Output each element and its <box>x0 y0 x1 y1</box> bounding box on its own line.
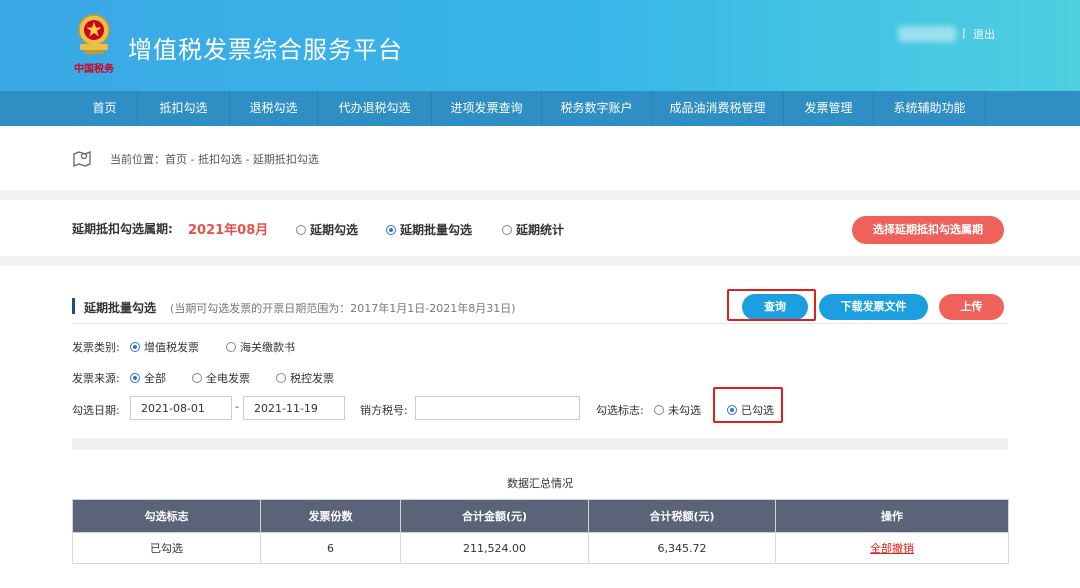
period-value: 2021年08月 <box>188 223 269 238</box>
table-header-row: 勾选标志 发票份数 合计金额(元) 合计税额(元) 操作 <box>72 499 1009 533</box>
invoice-type-option-label: 增值税发票 <box>144 341 199 354</box>
breadcrumb: 当前位置：首页 - 抵扣勾选 - 延期抵扣勾选 <box>0 126 1080 190</box>
date-from-input[interactable] <box>130 396 232 420</box>
nav-item-deduction-select[interactable]: 抵扣勾选 <box>138 91 230 126</box>
upload-button[interactable]: 上传 <box>939 294 1004 320</box>
cancel-all-link[interactable]: 全部撤销 <box>870 542 914 555</box>
map-location-icon <box>73 151 91 167</box>
cell-total-tax: 6,345.72 <box>588 532 776 564</box>
date-range-separator: - <box>235 400 239 413</box>
nav-item-system-tools[interactable]: 系统辅助功能 <box>874 91 986 126</box>
radio-icon <box>296 224 306 235</box>
brand-signature: 中国税务 <box>74 64 114 75</box>
nav-item-input-invoice-query[interactable]: 进项发票查询 <box>432 91 542 126</box>
section-title: 延期批量勾选 <box>84 301 157 315</box>
mode-option-deferred-stats[interactable]: 延期统计 <box>502 221 564 238</box>
mode-option-label: 延期勾选 <box>310 223 359 237</box>
nav-item-invoice-management[interactable]: 发票管理 <box>784 91 874 126</box>
batch-select-panel: 延期批量勾选 (当期可勾选发票的开票日期范围为：2017年1月1日-2021年8… <box>0 266 1080 588</box>
radio-icon <box>654 405 664 415</box>
nav-item-refund-select[interactable]: 退税勾选 <box>230 91 318 126</box>
invoice-source-option-label: 全电发票 <box>206 372 250 385</box>
cell-actions: 全部撤销 <box>775 532 1009 564</box>
section-date-range-note: (当期可勾选发票的开票日期范围为：2017年1月1日-2021年8月31日) <box>170 302 516 315</box>
section-divider <box>72 323 1008 324</box>
invoice-source-option-label: 全部 <box>144 372 166 385</box>
main-nav: 首页 抵扣勾选 退税勾选 代办退税勾选 进项发票查询 税务数字账户 成品油消费税… <box>0 91 1080 126</box>
logout-link[interactable]: 退出 <box>973 26 995 42</box>
invoice-source-full-electronic[interactable]: 全电发票 <box>192 370 250 386</box>
highlight-box-checked-flag <box>713 387 783 423</box>
column-header-total-tax: 合计税额(元) <box>588 499 776 533</box>
radio-icon <box>192 373 202 383</box>
mode-option-deferred-select[interactable]: 延期勾选 <box>296 221 358 238</box>
invoice-type-customs[interactable]: 海关缴款书 <box>226 339 295 355</box>
highlight-box-query <box>727 289 816 321</box>
user-name-redacted <box>898 26 956 42</box>
nav-item-tax-digital-account[interactable]: 税务数字账户 <box>542 91 652 126</box>
period-label: 延期抵扣勾选属期: <box>72 222 173 236</box>
column-header-invoice-count: 发票份数 <box>260 499 401 533</box>
radio-icon <box>502 224 512 235</box>
mode-option-label: 延期统计 <box>516 223 565 237</box>
download-invoice-file-button[interactable]: 下载发票文件 <box>819 294 928 320</box>
invoice-source-label: 发票来源: <box>72 372 120 385</box>
column-header-check-flag: 勾选标志 <box>72 499 261 533</box>
invoice-type-label: 发票类别: <box>72 341 120 354</box>
app-header: 中国税务 增值税发票综合服务平台 | 退出 <box>0 0 1080 91</box>
invoice-source-tax-control[interactable]: 税控发票 <box>276 370 334 386</box>
cell-total-amount: 211,524.00 <box>400 532 589 564</box>
radio-checked-icon <box>386 224 396 235</box>
column-header-total-amount: 合计金额(元) <box>400 499 589 533</box>
check-flag-label: 勾选标志: <box>596 404 644 417</box>
platform-title: 增值税发票综合服务平台 <box>128 36 403 64</box>
invoice-source-option-label: 税控发票 <box>290 372 334 385</box>
nav-item-home[interactable]: 首页 <box>72 91 138 126</box>
column-header-actions: 操作 <box>775 499 1009 533</box>
invoice-source-all[interactable]: 全部 <box>130 370 166 386</box>
breadcrumb-text: 当前位置：首页 - 抵扣勾选 - 延期抵扣勾选 <box>110 153 319 166</box>
radio-checked-icon <box>130 373 140 383</box>
user-separator: | <box>962 26 966 39</box>
radio-icon <box>226 342 236 352</box>
period-bar: 延期抵扣勾选属期: 2021年08月 延期勾选 延期批量勾选 延期统计 选择延期… <box>0 200 1080 256</box>
nav-item-agent-refund-select[interactable]: 代办退税勾选 <box>318 91 432 126</box>
mode-option-label: 延期批量勾选 <box>400 223 473 237</box>
select-period-button[interactable]: 选择延期抵扣勾选属期 <box>852 216 1004 244</box>
radio-checked-icon <box>130 342 140 352</box>
nav-item-oil-consumption-tax[interactable]: 成品油消费税管理 <box>652 91 784 126</box>
national-tax-emblem-icon <box>78 14 110 54</box>
date-to-input[interactable] <box>243 396 345 420</box>
summary-title: 数据汇总情况 <box>507 477 573 490</box>
check-flag-option-label: 未勾选 <box>668 404 701 417</box>
mode-option-deferred-batch-select[interactable]: 延期批量勾选 <box>386 221 472 238</box>
cell-check-flag: 已勾选 <box>72 532 261 564</box>
check-flag-unchecked[interactable]: 未勾选 <box>654 402 701 418</box>
table-row: 已勾选 6 211,524.00 6,345.72 全部撤销 <box>72 532 1009 564</box>
section-accent-bar <box>72 298 75 314</box>
seller-tax-id-label: 销方税号: <box>360 404 408 417</box>
radio-icon <box>276 373 286 383</box>
summary-table: 勾选标志 发票份数 合计金额(元) 合计税额(元) 操作 已勾选 6 211,5… <box>72 499 1009 564</box>
cell-invoice-count: 6 <box>260 532 401 564</box>
select-date-label: 勾选日期: <box>72 404 120 417</box>
section-separator-band <box>72 438 1008 450</box>
invoice-type-option-label: 海关缴款书 <box>240 341 295 354</box>
seller-tax-id-input[interactable] <box>415 396 580 420</box>
invoice-type-vat[interactable]: 增值税发票 <box>130 339 199 355</box>
